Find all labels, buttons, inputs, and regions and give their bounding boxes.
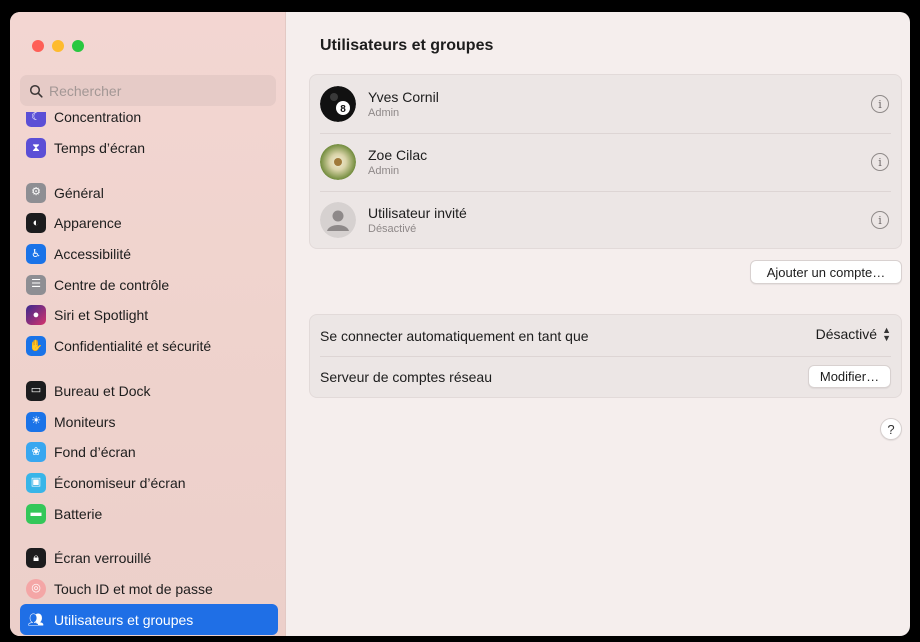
info-icon[interactable]: i (871, 95, 889, 113)
window-controls (32, 40, 84, 52)
sidebar-item-label: Siri et Spotlight (54, 307, 149, 324)
svg-text:8: 8 (340, 104, 346, 115)
minimize-window-button[interactable] (52, 40, 64, 52)
sidebar-item-label: Centre de contrôle (54, 276, 170, 293)
search-icon (29, 84, 43, 98)
network-server-row: Serveur de comptes réseau Modifier… (310, 356, 901, 397)
user-name: Utilisateur invité (368, 205, 467, 221)
hourglass-icon: ⧗ (26, 138, 46, 159)
dandelion-avatar (320, 144, 356, 180)
dock-icon: ▭ (26, 380, 46, 401)
info-icon[interactable]: i (871, 211, 889, 229)
accessibility-icon: ♿ (26, 244, 46, 265)
sidebar-item-appearance[interactable]: ◐ Apparence (20, 208, 278, 239)
sidebar-item-label: Économiseur d’écran (54, 474, 186, 491)
siri-icon: ● (26, 305, 46, 326)
sidebar-item-label: Écran verrouillé (54, 550, 152, 567)
sidebar-item-label: Accessibilité (54, 246, 132, 263)
sidebar-item-label: Apparence (54, 215, 122, 232)
sidebar-item-lock-screen[interactable]: 🔒︎ Écran verrouillé (20, 543, 278, 574)
info-icon[interactable]: i (871, 153, 889, 171)
sidebar-item-label: Temps d’écran (54, 140, 146, 157)
gear-icon: ⚙ (26, 182, 46, 203)
chevron-up-down-icon: ▲ ▼ (882, 325, 891, 343)
sidebar-nav: ☾ Concentration ⧗ Temps d’écran ⚙ Généra… (20, 112, 278, 636)
sidebar-item-label: Concentration (54, 112, 142, 126)
screensaver-icon: ▣ (26, 472, 46, 493)
hand-icon: ✋ (26, 336, 46, 357)
users-icon: 👥︎ (27, 612, 45, 628)
moon-icon: ☾ (26, 112, 46, 128)
user-role: Admin (368, 165, 400, 177)
battery-icon: ▬ (26, 503, 46, 524)
sidebar-item-concentration[interactable]: ☾ Concentration (20, 112, 278, 133)
sidebar-item-wallpaper[interactable]: ❀ Fond d’écran (20, 437, 278, 468)
network-server-label: Serveur de comptes réseau (320, 368, 492, 385)
user-name: Zoe Cilac (368, 147, 428, 163)
auto-login-row: Se connecter automatiquement en tant que… (310, 315, 901, 356)
wallpaper-icon: ❀ (26, 442, 46, 463)
appearance-icon: ◐ (26, 213, 46, 234)
user-name: Yves Cornil (368, 89, 439, 105)
sidebar-item-label: Touch ID et mot de passe (54, 580, 213, 597)
control-center-icon: ☰ (26, 274, 46, 295)
user-row[interactable]: Utilisateur invité Désactivé i (310, 191, 901, 249)
sidebar-item-general[interactable]: ⚙ Général (20, 177, 278, 208)
sidebar-item-label: Fond d’écran (54, 444, 136, 461)
search-input[interactable] (49, 82, 259, 99)
main-content: Utilisateurs et groupes 8 Yves Cornil Ad… (287, 12, 910, 636)
sun-icon: ☀ (26, 411, 46, 432)
user-row[interactable]: 8 Yves Cornil Admin i (310, 75, 901, 133)
user-role: Désactivé (368, 223, 417, 235)
user-role: Admin (368, 107, 400, 119)
guest-avatar (320, 202, 356, 238)
sidebar-item-label: Général (54, 184, 104, 201)
sidebar-item-displays[interactable]: ☀ Moniteurs (20, 406, 278, 437)
help-button[interactable]: ? (880, 418, 902, 440)
users-list: 8 Yves Cornil Admin i Zoe Cilac Admin i … (309, 74, 902, 249)
login-settings: Se connecter automatiquement en tant que… (309, 314, 902, 398)
modify-button[interactable]: Modifier… (808, 365, 891, 388)
settings-window: ☾ Concentration ⧗ Temps d’écran ⚙ Généra… (10, 12, 910, 636)
sidebar-item-label: Batterie (54, 505, 103, 522)
sidebar-item-label: Utilisateurs et groupes (54, 611, 194, 628)
sidebar-item-screen-time[interactable]: ⧗ Temps d’écran (20, 133, 278, 164)
sidebar-item-label: Confidentialité et sécurité (54, 338, 212, 355)
sidebar-item-users-groups[interactable]: 👥︎ Utilisateurs et groupes (20, 604, 278, 635)
auto-login-value: Désactivé (815, 326, 878, 342)
sidebar-item-desktop-dock[interactable]: ▭ Bureau et Dock (20, 376, 278, 407)
eight-ball-avatar: 8 (320, 86, 356, 122)
sidebar-item-screensaver[interactable]: ▣ Économiseur d’écran (20, 468, 278, 499)
sidebar-item-label: Bureau et Dock (54, 382, 151, 399)
sidebar-item-siri-spotlight[interactable]: ● Siri et Spotlight (20, 300, 278, 331)
auto-login-label: Se connecter automatiquement en tant que (320, 327, 589, 344)
lock-icon: 🔒︎ (26, 548, 46, 569)
sidebar-item-accessibility[interactable]: ♿ Accessibilité (20, 239, 278, 270)
page-title: Utilisateurs et groupes (320, 37, 494, 54)
add-account-button[interactable]: Ajouter un compte… (750, 260, 902, 284)
fingerprint-icon: ◎ (26, 578, 46, 599)
auto-login-select[interactable]: Désactivé ▲ ▼ (815, 325, 891, 343)
search-field[interactable] (20, 75, 276, 106)
maximize-window-button[interactable] (72, 40, 84, 52)
sidebar-item-privacy-security[interactable]: ✋ Confidentialité et sécurité (20, 331, 278, 362)
sidebar-item-touch-id[interactable]: ◎ Touch ID et mot de passe (20, 574, 278, 605)
sidebar-item-label: Moniteurs (54, 413, 116, 430)
user-row[interactable]: Zoe Cilac Admin i (310, 133, 901, 191)
sidebar: ☾ Concentration ⧗ Temps d’écran ⚙ Généra… (10, 12, 286, 636)
close-window-button[interactable] (32, 40, 44, 52)
sidebar-item-control-center[interactable]: ☰ Centre de contrôle (20, 269, 278, 300)
sidebar-item-battery[interactable]: ▬ Batterie (20, 498, 278, 529)
